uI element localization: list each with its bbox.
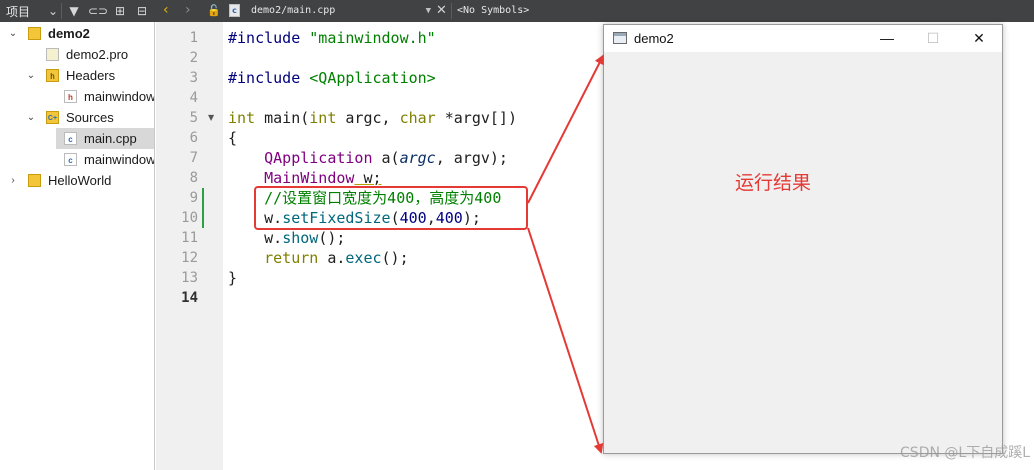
lock-icon[interactable]: 🔓: [207, 4, 221, 17]
line-number: 11: [181, 230, 198, 246]
qt-project-icon: [28, 27, 41, 40]
code-editor[interactable]: #include "mainwindow.h" #include <QAppli…: [223, 22, 603, 470]
tree-item-label: mainwindow: [84, 89, 155, 104]
code-line: return a.exec();: [264, 249, 409, 267]
window-titlebar[interactable]: demo2 — ☐ ✕: [604, 25, 1002, 52]
line-number: 5: [189, 110, 198, 126]
tree-item-label: HelloWorld: [48, 173, 112, 188]
tree-item-demo2[interactable]: ⌄ demo2: [0, 23, 154, 44]
chevron-down-icon[interactable]: ⌄: [26, 65, 36, 86]
line-number: 9: [189, 190, 198, 206]
line-number: 12: [181, 250, 198, 266]
window-title: demo2: [634, 31, 674, 46]
tree-item-label: mainwindow: [84, 152, 155, 167]
line-number: 2: [189, 50, 198, 66]
link-icon[interactable]: ⊂⊃: [88, 3, 108, 19]
window-app-icon: [613, 32, 627, 44]
cpp-file-icon: c: [64, 153, 77, 166]
code-line: w.show();: [228, 229, 346, 247]
line-number: 7: [189, 150, 198, 166]
watermark: CSDN @L下自成蹊L: [900, 445, 1030, 461]
close-document-icon[interactable]: ✕: [436, 3, 447, 18]
line-number: 10: [181, 210, 198, 226]
demo-app-window[interactable]: demo2 — ☐ ✕: [603, 24, 1003, 454]
line-number: 3: [189, 70, 198, 86]
project-pane-title[interactable]: 项目: [6, 3, 30, 20]
code-line: #include <QApplication>: [228, 69, 436, 87]
symbols-selector[interactable]: <No Symbols>: [457, 2, 529, 20]
tree-item-label: main.cpp: [84, 131, 137, 146]
file-selector[interactable]: demo2/main.cpp ▼: [251, 2, 433, 20]
code-line: {: [228, 129, 238, 147]
tree-item-mainwindow-h[interactable]: h mainwindow: [0, 86, 155, 107]
tree-item-headers[interactable]: ⌄ h Headers: [0, 65, 154, 86]
split-icon[interactable]: ⊞: [112, 3, 128, 19]
close-button[interactable]: ✕: [956, 25, 1002, 52]
code-line: QApplication a(argc, argv);: [264, 149, 508, 167]
tree-item-mainwindow-cpp[interactable]: c mainwindow: [0, 149, 155, 170]
project-tree: ⌄ demo2 demo2.pro ⌄ h Headers h mainwind…: [0, 22, 155, 470]
code-line: #include "mainwindow.h": [228, 29, 436, 47]
code-line: int main(int argc, char *argv[]): [228, 109, 517, 127]
tree-item-label: Sources: [66, 110, 114, 125]
sources-folder-icon: C+: [46, 111, 59, 124]
maximize-button[interactable]: ☐: [910, 25, 956, 52]
editor-toolbar: ‹ › 🔓 c demo2/main.cpp ▼ ✕ <No Symbols>: [155, 0, 1034, 22]
file-selector-value: demo2/main.cpp: [251, 5, 336, 16]
tree-item-helloworld[interactable]: › HelloWorld: [0, 170, 154, 191]
chevron-down-icon[interactable]: ⌄: [8, 23, 18, 44]
tree-item-label: demo2.pro: [66, 47, 129, 62]
tree-item-label: Headers: [66, 68, 116, 83]
close-pane-icon[interactable]: ⊟: [134, 3, 150, 19]
code-line: }: [228, 269, 238, 287]
line-number-gutter: 1 2 3 4 5 ▼ 6 7 8 9 10 11 12 13 14: [156, 22, 223, 470]
toolbar-divider: [61, 3, 62, 19]
line-number: 13: [181, 270, 198, 286]
back-arrow-icon[interactable]: ‹: [163, 2, 169, 18]
result-annotation-label: 运行结果: [735, 172, 812, 194]
current-line-number: 14: [181, 290, 198, 306]
chevron-right-icon[interactable]: ›: [8, 170, 18, 191]
chevron-down-icon: ▼: [425, 6, 431, 16]
headers-folder-icon: h: [46, 69, 59, 82]
line-number: 4: [189, 90, 198, 106]
project-pane-toolbar: 项目 ⌄ ▼ ⊂⊃ ⊞ ⊟: [0, 0, 155, 22]
fold-marker-icon[interactable]: ▼: [208, 113, 214, 122]
modified-line-marker: [202, 188, 204, 208]
cpp-file-icon: c: [229, 4, 240, 17]
pro-file-icon: [46, 48, 59, 61]
chevron-down-icon[interactable]: ⌄: [26, 107, 36, 128]
toolbar-divider: [451, 3, 452, 19]
header-file-icon: h: [64, 90, 77, 103]
qt-project-icon: [28, 174, 41, 187]
tree-item-label: demo2: [48, 26, 90, 41]
line-number: 6: [189, 130, 198, 146]
modified-line-marker: [202, 208, 204, 228]
tree-item-sources[interactable]: ⌄ C+ Sources: [0, 107, 154, 128]
line-number: 8: [189, 170, 198, 186]
tree-item-demo2-pro[interactable]: demo2.pro: [0, 44, 154, 65]
code-line: MainWindow w;: [264, 169, 382, 187]
filter-icon[interactable]: ▼: [66, 3, 82, 19]
line-number: 1: [189, 30, 198, 46]
chevron-down-icon[interactable]: ⌄: [45, 3, 61, 19]
annotation-highlight-box: [254, 186, 528, 230]
minimize-button[interactable]: —: [864, 25, 910, 52]
cpp-file-icon: c: [64, 132, 77, 145]
forward-arrow-icon[interactable]: ›: [185, 2, 191, 18]
tree-item-main-cpp[interactable]: c main.cpp: [56, 128, 154, 149]
